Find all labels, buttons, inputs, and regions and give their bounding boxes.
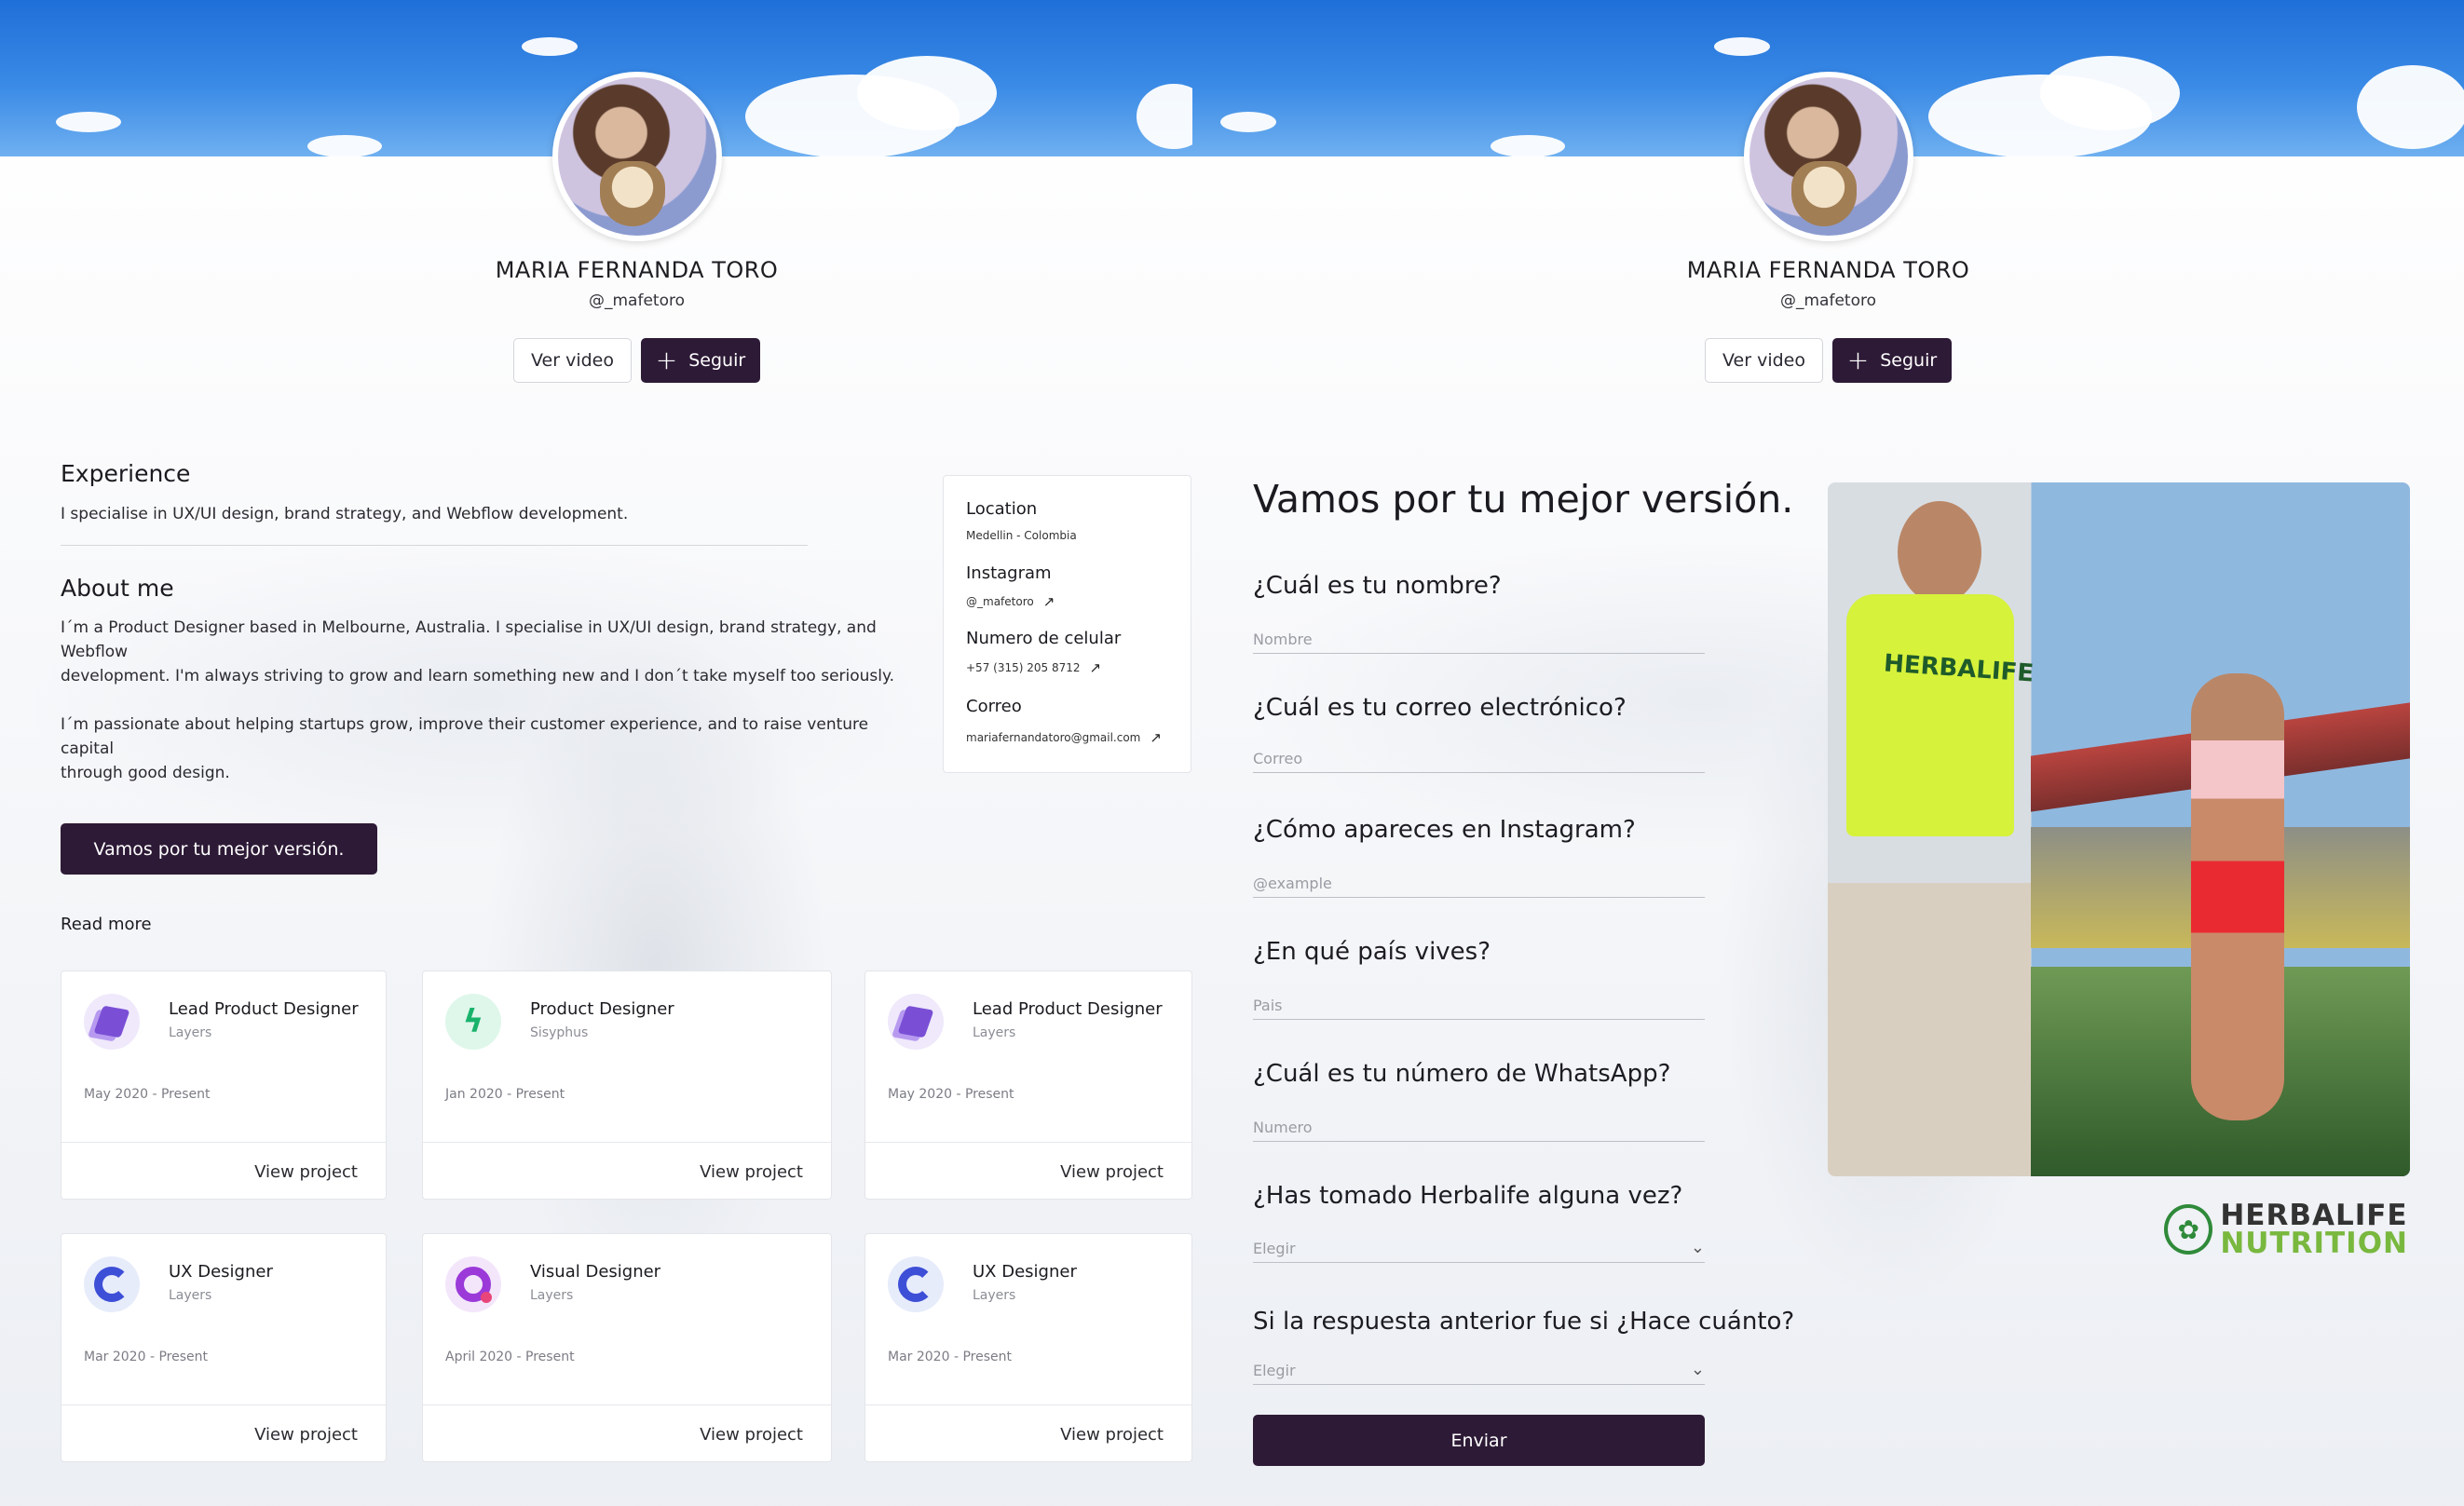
email-label: Correo (966, 697, 1022, 716)
project-card: UX Designer Layers Mar 2020 - Present Vi… (864, 1233, 1192, 1462)
project-dates: Mar 2020 - Present (888, 1350, 1012, 1364)
profile-handle: @_mafetoro (588, 292, 685, 310)
project-company: Layers (169, 1025, 212, 1040)
project-company: Layers (973, 1288, 1016, 1303)
project-card: Visual Designer Layers April 2020 - Pres… (422, 1233, 832, 1462)
experience-text: I specialise in UX/UI design, brand stra… (61, 505, 629, 523)
about-heading: About me (61, 575, 174, 602)
form-title: Vamos por tu mejor versión. (1253, 477, 1794, 522)
external-link-icon: ↗ (1150, 729, 1162, 746)
avatar (552, 72, 722, 241)
question-whatsapp: ¿Cuál es tu número de WhatsApp? (1253, 1060, 1671, 1088)
when-select[interactable]: Elegir ⌄ (1253, 1348, 1705, 1385)
name-input[interactable]: Nombre (1253, 617, 1705, 654)
ver-video-button[interactable]: Ver video (1705, 338, 1823, 383)
project-company: Layers (530, 1288, 574, 1303)
question-when: Si la respuesta anterior fue si ¿Hace cu… (1253, 1308, 1795, 1336)
instagram-input[interactable]: @example (1253, 861, 1705, 898)
instagram-link[interactable]: @_mafetoro ↗ (966, 593, 1055, 610)
phone-label: Numero de celular (966, 629, 1122, 648)
whatsapp-input[interactable]: Numero (1253, 1105, 1705, 1142)
seguir-button[interactable]: + Seguir (641, 338, 760, 383)
profile-name: MARIA FERNANDA TORO (1686, 257, 1970, 283)
bolt-icon: ϟ (445, 994, 501, 1050)
external-link-icon: ↗ (1042, 593, 1055, 610)
layers-icon (84, 994, 140, 1050)
project-title: Visual Designer (530, 1262, 661, 1282)
question-country: ¿En qué país vives? (1253, 938, 1491, 966)
herbalife-logo: ✿ HERBALIFE NUTRITION (2164, 1200, 2408, 1259)
herbalife-leaf-icon: ✿ (2164, 1204, 2213, 1255)
location-value: Medellin - Colombia (966, 529, 1077, 542)
profile-name: MARIA FERNANDA TORO (495, 257, 779, 283)
phone-link[interactable]: +57 (315) 205 8712 ↗ (966, 659, 1101, 676)
avatar (1744, 72, 1913, 241)
q-logo-icon (445, 1256, 501, 1312)
seguir-label: Seguir (1880, 350, 1938, 371)
email-link[interactable]: mariafernandatoro@gmail.com ↗ (966, 729, 1162, 746)
herbalife-photo: HERBALIFE (1828, 482, 2410, 1176)
location-label: Location (966, 499, 1038, 519)
instagram-label: Instagram (966, 563, 1052, 583)
read-more-link[interactable]: Read more (61, 915, 152, 934)
cta-button[interactable]: Vamos por tu mejor versión. (61, 823, 377, 875)
project-title: UX Designer (169, 1262, 273, 1282)
c-logo-icon (84, 1256, 140, 1312)
project-dates: May 2020 - Present (888, 1087, 1014, 1102)
project-title: Product Designer (530, 999, 674, 1019)
view-project-link[interactable]: View project (700, 1425, 803, 1445)
external-link-icon: ↗ (1089, 659, 1102, 676)
question-herbalife: ¿Has tomado Herbalife alguna vez? (1253, 1182, 1683, 1210)
plus-icon: + (655, 345, 678, 375)
profile-panel: MARIA FERNANDA TORO @_mafetoro Ver video… (0, 0, 1192, 1506)
plus-icon: + (1846, 345, 1870, 375)
view-project-link[interactable]: View project (1060, 1425, 1164, 1445)
seguir-button[interactable]: + Seguir (1832, 338, 1952, 383)
chevron-down-icon: ⌄ (1690, 1238, 1705, 1257)
project-company: Layers (973, 1025, 1016, 1040)
project-card: ϟ Product Designer Sisyphus Jan 2020 - P… (422, 970, 832, 1200)
about-text: I´m a Product Designer based in Melbourn… (61, 618, 895, 782)
project-dates: Mar 2020 - Present (84, 1350, 208, 1364)
project-title: Lead Product Designer (169, 999, 359, 1019)
project-card: Lead Product Designer Layers May 2020 - … (61, 970, 387, 1200)
project-company: Sisyphus (530, 1025, 589, 1040)
cat-photo (600, 161, 665, 226)
question-email: ¿Cuál es tu correo electrónico? (1253, 694, 1627, 722)
project-title: Lead Product Designer (973, 999, 1163, 1019)
profile-handle: @_mafetoro (1779, 292, 1876, 310)
email-input[interactable]: Correo (1253, 736, 1705, 773)
project-title: UX Designer (973, 1262, 1077, 1282)
project-dates: May 2020 - Present (84, 1087, 211, 1102)
question-name: ¿Cuál es tu nombre? (1253, 572, 1502, 600)
view-project-link[interactable]: View project (254, 1162, 358, 1182)
view-project-link[interactable]: View project (254, 1425, 358, 1445)
c-logo-icon (888, 1256, 944, 1312)
experience-heading: Experience (61, 460, 191, 487)
country-input[interactable]: Pais (1253, 983, 1705, 1020)
cat-photo (1791, 161, 1857, 226)
seguir-label: Seguir (688, 350, 746, 371)
question-instagram: ¿Cómo apareces en Instagram? (1253, 816, 1636, 844)
project-card: UX Designer Layers Mar 2020 - Present Vi… (61, 1233, 387, 1462)
herbalife-select[interactable]: Elegir ⌄ (1253, 1226, 1705, 1263)
submit-button[interactable]: Enviar (1253, 1415, 1705, 1466)
project-dates: Jan 2020 - Present (445, 1087, 565, 1102)
chevron-down-icon: ⌄ (1690, 1360, 1705, 1379)
ver-video-button[interactable]: Ver video (513, 338, 632, 383)
layers-icon (888, 994, 944, 1050)
project-dates: April 2020 - Present (445, 1350, 575, 1364)
view-project-link[interactable]: View project (700, 1162, 803, 1182)
contact-card: Location Medellin - Colombia Instagram @… (943, 475, 1191, 773)
project-company: Layers (169, 1288, 212, 1303)
section-divider (61, 545, 808, 546)
view-project-link[interactable]: View project (1060, 1162, 1164, 1182)
project-card: Lead Product Designer Layers May 2020 - … (864, 970, 1192, 1200)
